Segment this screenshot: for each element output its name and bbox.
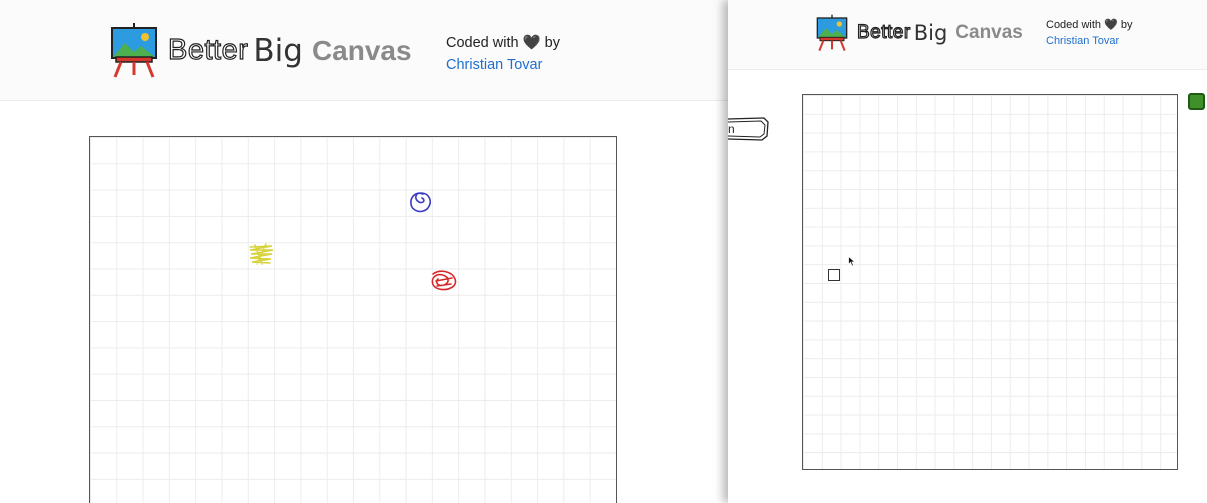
brand-word-big: Big: [913, 21, 948, 45]
right-window: Better Big Canvas Coded with 🖤 by Christ…: [728, 0, 1207, 503]
brand-word-canvas: Canvas: [311, 34, 412, 66]
easel-icon: [816, 14, 848, 52]
screen: Better Big Canvas Coded with 🖤 by Christ…: [0, 0, 1207, 503]
author-link[interactable]: Christian Tovar: [1046, 33, 1133, 49]
heart-icon: 🖤: [1104, 19, 1118, 31]
brand-logo[interactable]: Better Big Canvas: [816, 14, 1023, 52]
side-tab-label: n: [728, 122, 735, 136]
header: Better Big Canvas Coded with 🖤 by Christ…: [0, 0, 728, 101]
square-tool-handle[interactable]: [828, 269, 840, 281]
strokes-layer: [249, 192, 457, 291]
arrow-cursor-icon: [848, 256, 856, 267]
brand-word-better: Better: [856, 21, 911, 43]
credit-prefix: Coded with: [446, 35, 519, 51]
easel-icon: [111, 23, 157, 78]
credit-prefix: Coded with: [1046, 19, 1102, 31]
brand-logo[interactable]: Better Big Canvas: [110, 23, 412, 78]
heart-icon: 🖤: [522, 35, 541, 51]
brand-word-better: Better: [167, 33, 249, 66]
brand-word-canvas: Canvas: [955, 22, 1023, 43]
credit-suffix: by: [544, 35, 560, 51]
side-tab-button[interactable]: n: [728, 116, 770, 142]
yellow-scribble: [249, 243, 274, 265]
author-link[interactable]: Christian Tovar: [446, 54, 560, 76]
credit: Coded with 🖤 by Christian Tovar: [446, 32, 560, 76]
red-scribble: [431, 270, 457, 291]
header: Better Big Canvas Coded with 🖤 by Christ…: [728, 0, 1207, 70]
color-swatch[interactable]: [1188, 93, 1205, 110]
brand-word-big: Big: [253, 32, 303, 69]
left-window: Better Big Canvas Coded with 🖤 by Christ…: [0, 0, 728, 503]
credit-suffix: by: [1120, 19, 1133, 31]
blue-spiral-scribble: [410, 192, 431, 213]
drawing-canvas[interactable]: [89, 136, 617, 503]
drawing-canvas[interactable]: [802, 94, 1178, 470]
credit: Coded with 🖤 by Christian Tovar: [1046, 17, 1133, 49]
